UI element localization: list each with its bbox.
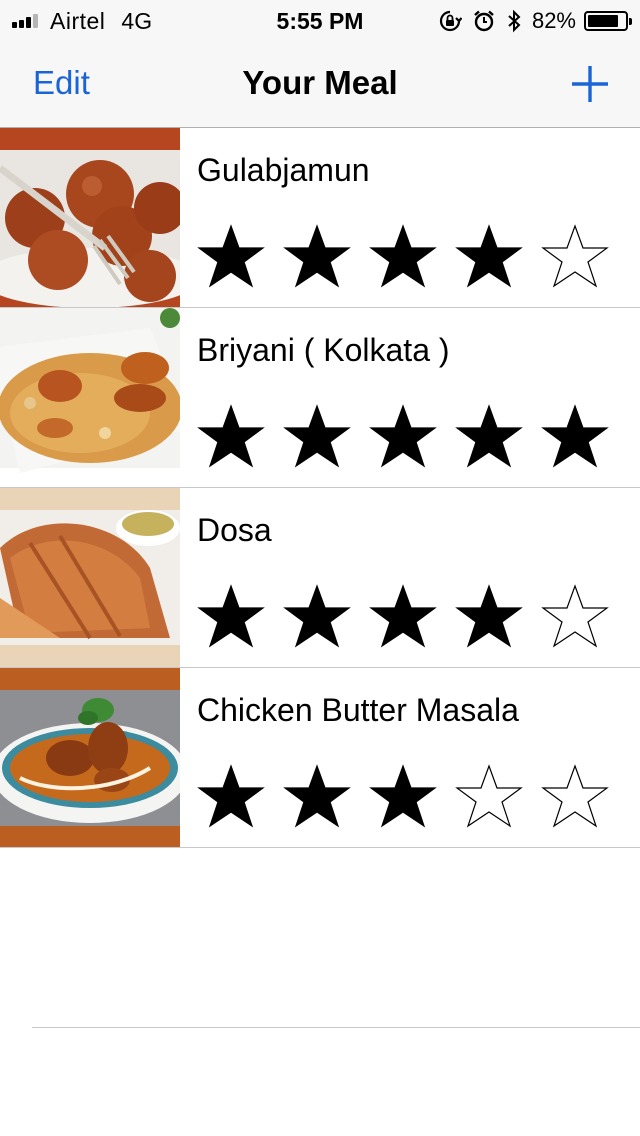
battery-percent: 82% xyxy=(531,8,576,33)
meal-name: Briyani ( Kolkata ) xyxy=(197,332,450,368)
star-filled-icon[interactable] xyxy=(541,404,609,472)
battery-icon xyxy=(584,11,632,31)
meal-row[interactable]: Chicken Butter Masala xyxy=(0,668,640,848)
butter-chicken-photo xyxy=(0,668,180,847)
rating-control[interactable] xyxy=(197,764,627,832)
star-filled-icon[interactable] xyxy=(283,404,351,472)
star-filled-icon[interactable] xyxy=(455,404,523,472)
navigation-bar: Edit Your Meal xyxy=(0,40,640,128)
star-filled-icon[interactable] xyxy=(197,224,265,292)
star-filled-icon[interactable] xyxy=(369,404,437,472)
meal-list: Gulabjamun Briyani ( Kolkata ) Dosa Chic… xyxy=(0,128,640,848)
star-empty-icon[interactable] xyxy=(455,764,523,832)
plus-icon xyxy=(572,66,608,102)
star-empty-icon[interactable] xyxy=(541,224,609,292)
star-filled-icon[interactable] xyxy=(197,404,265,472)
star-filled-icon[interactable] xyxy=(455,224,523,292)
rating-control[interactable] xyxy=(197,584,627,652)
status-bar: Airtel 4G 5:55 PM 82% xyxy=(0,0,640,40)
star-filled-icon[interactable] xyxy=(369,584,437,652)
star-filled-icon[interactable] xyxy=(455,584,523,652)
star-filled-icon[interactable] xyxy=(197,764,265,832)
edit-button[interactable]: Edit xyxy=(33,64,90,102)
biryani-photo xyxy=(0,308,180,487)
bluetooth-icon xyxy=(506,9,522,33)
star-empty-icon[interactable] xyxy=(541,764,609,832)
add-meal-button[interactable] xyxy=(570,64,610,104)
status-right: 82% xyxy=(428,8,632,34)
star-filled-icon[interactable] xyxy=(369,764,437,832)
meal-name: Dosa xyxy=(197,512,272,548)
rotation-lock-icon xyxy=(438,9,462,33)
meal-row[interactable]: Dosa xyxy=(0,488,640,668)
star-filled-icon[interactable] xyxy=(197,584,265,652)
star-empty-icon[interactable] xyxy=(541,584,609,652)
meal-name: Gulabjamun xyxy=(197,152,370,188)
meal-row[interactable]: Gulabjamun xyxy=(0,128,640,308)
rating-control[interactable] xyxy=(197,224,627,292)
meal-name: Chicken Butter Masala xyxy=(197,692,519,728)
star-filled-icon[interactable] xyxy=(283,224,351,292)
dosa-photo xyxy=(0,488,180,667)
rating-control[interactable] xyxy=(197,404,627,472)
star-filled-icon[interactable] xyxy=(283,764,351,832)
star-filled-icon[interactable] xyxy=(369,224,437,292)
empty-row-separator xyxy=(32,1027,640,1028)
star-filled-icon[interactable] xyxy=(283,584,351,652)
gulabjamun-photo xyxy=(0,128,180,307)
meal-row[interactable]: Briyani ( Kolkata ) xyxy=(0,308,640,488)
page-title: Your Meal xyxy=(242,64,398,101)
alarm-icon xyxy=(472,9,496,33)
